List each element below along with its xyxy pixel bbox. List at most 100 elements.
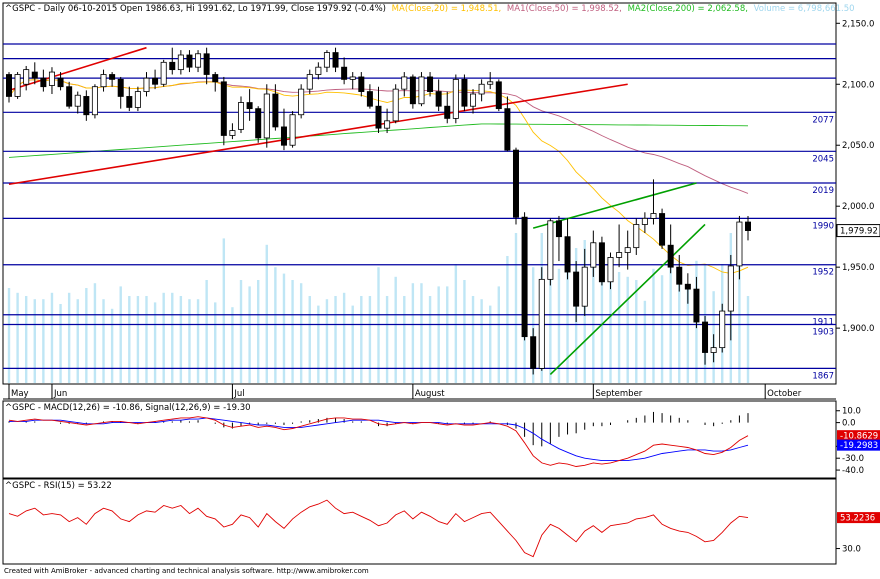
level-label: 1990 [812,221,834,231]
header-volume: Volume = 6,798,661.50 [754,4,855,14]
candle [409,74,416,109]
candle-down [358,76,365,92]
volume-bar [669,264,672,383]
volume-bar [179,296,183,383]
volume-bar [265,244,268,383]
candle [521,212,528,341]
candle-up [229,130,236,136]
volume-bar [514,233,518,383]
volume-bar [325,299,329,383]
header-ma200: MA2(Close,200) = 2,062.58, [628,4,748,14]
level-label: 2019 [812,186,834,196]
volume-bar [394,276,397,383]
volume-bar [377,267,380,383]
chart-window: 2077 2045 2019 1990 1952 1911 1903 1867 1,900.0… [0,0,880,575]
volume-bar [76,299,79,383]
macd-tick-label: 10.0 [842,407,861,417]
candle-down [332,52,339,68]
volume-bar [128,296,131,383]
candle-down [444,105,451,119]
candle-down [83,96,90,116]
candle-up [323,52,330,68]
volume-bar [162,292,165,383]
candle-up [100,74,107,88]
candle-down [280,126,287,146]
price-tick-label: 2,000.0 [842,202,874,212]
candle-down [246,102,253,110]
level-label: 2077 [812,115,834,125]
candle-up [384,120,391,129]
candle-down [152,77,159,85]
price-tick-label: 2,150.0 [842,19,874,29]
volume-bar [746,296,750,383]
candle [255,106,262,143]
volume-bar [480,299,483,383]
candle-up [581,266,588,307]
candle-up [727,265,734,312]
candle-down [6,74,12,97]
candle-down [375,105,382,129]
volume-bar [171,292,174,383]
candle [659,208,666,249]
volume-bar [317,305,320,383]
candle-down [435,91,442,107]
candle-down [220,81,227,136]
candle [461,74,468,112]
candle-down [745,221,752,231]
candle-down [109,74,116,80]
macd-tick-label: -40.0 [842,466,864,476]
background [0,0,880,575]
chart-canvas: 2077 2045 2019 1990 1952 19111903 1867 1,900.0… [0,0,880,575]
volume-bar [282,273,286,383]
candle [14,72,21,99]
rsi-tick-label: 30.0 [842,545,861,555]
candle [452,74,459,124]
candle [91,84,98,119]
macd-title: ^GSPC - MACD(12,26) = -10.86, Signal(12,… [5,403,251,413]
candle-down [564,236,571,273]
candle [547,218,554,286]
candle-down [341,66,348,80]
price-header: ^GSPC - Daily 06-10-2015 Open 1986.63, H… [5,4,855,14]
candle-up [263,93,270,139]
candle-up [177,54,184,71]
volume-bar [660,275,664,383]
candle-down [702,321,709,353]
candle-down [212,74,219,83]
volume-bar [609,280,612,383]
level-label: 1952 [812,268,834,278]
candle-down [667,244,674,268]
candle-down [203,53,210,75]
macd-tick-label: -30.0 [842,454,864,464]
volume-bar [635,280,638,383]
price-tick-label: 2,100.0 [842,80,874,90]
volume-bar [308,296,311,383]
candle-up [23,69,30,85]
candle-up [547,220,554,280]
volume-bar [626,276,629,383]
candle-up [349,76,356,80]
candle [418,72,425,107]
candle-down [117,78,124,97]
candle-up [298,88,305,116]
macd-tick-label: 0.0 [842,419,856,429]
candle-down [521,216,528,338]
candle [263,84,270,148]
month-label: May [11,389,29,399]
candle-up [160,61,167,85]
header-ma50: MA1(Close,50) = 1,998.52, [507,4,622,14]
volume-bar [678,280,681,383]
candle-up [452,78,459,119]
candle-up [392,88,399,122]
candle-up [478,83,485,95]
candle-down [272,93,279,128]
candle [298,84,305,119]
candle-up [134,91,141,108]
candle-down [427,76,434,92]
candle-up [14,74,21,97]
candle-up [641,217,648,225]
level-label: 2045 [812,154,834,164]
price-tick-label: 1,950.0 [842,263,874,273]
month-label: Jul [233,389,244,399]
candle-down [366,91,373,107]
